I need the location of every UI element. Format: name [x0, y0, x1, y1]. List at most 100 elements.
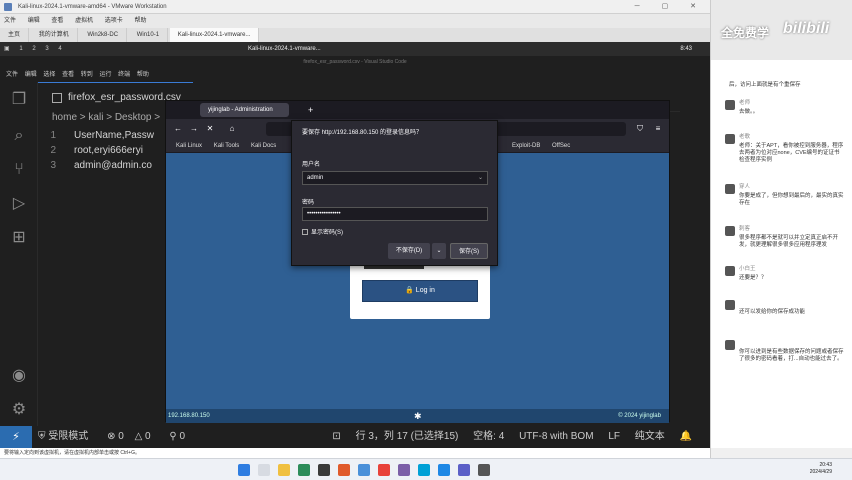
problems-indicator[interactable]: ⊗ 0 △ 0: [107, 431, 159, 442]
app-icon[interactable]: [458, 464, 470, 476]
bookmark-kali-docs[interactable]: Kali Docs: [251, 143, 276, 149]
workspace-1[interactable]: 1: [19, 46, 22, 52]
no-save-button[interactable]: 不保存(D): [388, 243, 430, 259]
bookmark-offsec[interactable]: OffSec: [552, 143, 570, 149]
bilibili-taskbar-icon[interactable]: [418, 464, 430, 476]
new-tab-icon[interactable]: +: [308, 103, 313, 117]
search-icon[interactable]: ⌕: [9, 126, 29, 146]
code-line[interactable]: 3 admin@admin.co: [38, 158, 168, 173]
username-field[interactable]: admin ⌄: [302, 171, 488, 185]
avatar: [725, 226, 735, 236]
dropdown-arrow-icon[interactable]: ⌄: [432, 243, 446, 259]
edge-icon[interactable]: [298, 464, 310, 476]
show-password-checkbox[interactable]: 显示密码(S): [302, 227, 343, 236]
menu-icon[interactable]: ≡: [652, 123, 664, 135]
copyright: © 2024 yijinglab: [618, 413, 661, 419]
vmware-host-tip: 要将输入定向到该虚拟机，请在虚拟机内部单击或按 Ctrl+G。: [0, 448, 710, 458]
vs-menu-goto[interactable]: 转到: [81, 72, 93, 78]
extensions-icon[interactable]: ⊞: [9, 228, 29, 248]
workspace-2[interactable]: 2: [32, 46, 35, 52]
code-line[interactable]: 2 root,eryi666eryi: [38, 143, 168, 158]
notifications-icon[interactable]: 🔔: [680, 431, 692, 442]
workspace-3[interactable]: 3: [45, 46, 48, 52]
home-icon[interactable]: ⌂: [226, 123, 238, 135]
indentation[interactable]: 空格: 4: [473, 431, 504, 442]
window-controls[interactable]: ─ ▢ ✕: [635, 0, 706, 14]
login-button[interactable]: 🔒 Log in: [362, 280, 478, 302]
search-taskbar-icon[interactable]: [258, 464, 270, 476]
bookmark-kali-linux[interactable]: Kali Linux: [176, 143, 202, 149]
vm-menu-vm[interactable]: 虚拟机: [75, 18, 93, 24]
vmware-titlebar: Kali-linux-2024.1-vmware-amd64 - VMware …: [0, 0, 710, 14]
vmware-tabs: 主页 我的计算机 Win2k8-DC Win10-1 Kali-linux-20…: [0, 28, 710, 42]
shield-icon[interactable]: ⛉: [634, 123, 646, 135]
app-icon[interactable]: [378, 464, 390, 476]
bookmark-exploit-db[interactable]: Exploit-DB: [512, 143, 540, 149]
kali-menu-icon[interactable]: ▣: [4, 46, 10, 52]
vs-menu-file[interactable]: 文件: [6, 72, 18, 78]
vm-menu-edit[interactable]: 编辑: [28, 18, 40, 24]
show-password-label: 显示密码(S): [311, 230, 343, 236]
app-icon[interactable]: [338, 464, 350, 476]
close-icon[interactable]: ✕: [204, 123, 216, 135]
desktop: { "vmware": { "title": "Kali-linux-2024.…: [0, 0, 852, 480]
login-form: 🔒 Log in: [350, 259, 490, 319]
vm-menu-tabs[interactable]: 选项卡: [105, 18, 123, 24]
vm-tab-win10[interactable]: Win10-1: [129, 28, 169, 42]
breadcrumb[interactable]: home > kali > Desktop >: [52, 112, 160, 123]
save-button[interactable]: 保存(S): [450, 243, 488, 259]
start-icon[interactable]: [238, 464, 250, 476]
vs-menu-run[interactable]: 运行: [99, 72, 111, 78]
firefox-tab[interactable]: yijinglab - Administration: [200, 103, 289, 117]
vm-menu-file[interactable]: 文件: [4, 18, 16, 24]
file-explorer-icon[interactable]: [278, 464, 290, 476]
vmware-menubar: 文件 编辑 查看 虚拟机 选项卡 帮助: [0, 14, 710, 28]
file-icon: [52, 93, 62, 103]
vm-tab-win2k8[interactable]: Win2k8-DC: [79, 28, 128, 42]
vscode-titlebar: firefox_esr_password.csv - Visual Studio…: [0, 56, 710, 68]
editor-code[interactable]: 1 UserName,Passw 2 root,eryi666eryi 3 admin…: [38, 128, 168, 173]
taskbar-clock[interactable]: 20:43 2024/4/29: [810, 462, 832, 476]
vm-tab-kali[interactable]: Kali-linux-2024.1-vmware...: [169, 28, 260, 42]
ports-indicator[interactable]: ⚲ 0: [169, 431, 193, 442]
taskbar-date: 2024/4/29: [809, 469, 832, 475]
kali-window-caption[interactable]: Kali-linux-2024.1-vmware...: [248, 42, 321, 56]
forward-icon[interactable]: →: [188, 123, 200, 135]
app-icon[interactable]: [438, 464, 450, 476]
login-button-label: Log in: [415, 287, 435, 294]
workspace-4[interactable]: 4: [58, 46, 61, 52]
vm-menu-view[interactable]: 查看: [51, 18, 63, 24]
encoding[interactable]: UTF-8 with BOM: [519, 431, 593, 442]
source-control-icon[interactable]: ⑂: [9, 160, 29, 180]
vs-menu-terminal[interactable]: 终端: [118, 72, 130, 78]
chevron-down-icon[interactable]: ⌄: [478, 172, 483, 184]
vs-menu-help[interactable]: 帮助: [137, 72, 149, 78]
vm-tab-mycomputer[interactable]: 我的计算机: [31, 28, 78, 42]
app-icon[interactable]: [358, 464, 370, 476]
remote-icon[interactable]: ⚡: [0, 426, 32, 448]
vm-menu-help[interactable]: 帮助: [134, 18, 146, 24]
vs-menu-view[interactable]: 查看: [62, 72, 74, 78]
terminal-icon[interactable]: [318, 464, 330, 476]
back-icon[interactable]: ←: [172, 123, 184, 135]
bookmark-kali-tools[interactable]: Kali Tools: [214, 143, 240, 149]
explorer-icon[interactable]: ❐: [9, 90, 29, 110]
live-chat-panel: 全免费学 bilibili 后，访问上面就是有个重保存 老师 去做。。 老歌 老师：…: [710, 0, 852, 462]
restricted-mode[interactable]: ⛨ 受限模式: [38, 431, 96, 442]
vmware-taskbar-icon[interactable]: [478, 464, 490, 476]
password-field[interactable]: ••••••••••••••••: [302, 207, 488, 221]
account-icon[interactable]: ◉: [9, 366, 29, 386]
run-debug-icon[interactable]: ▷: [9, 194, 29, 214]
settings-gear-icon[interactable]: ⚙: [9, 400, 29, 420]
app-icon[interactable]: [398, 464, 410, 476]
zoom-icon[interactable]: ⊡: [332, 431, 340, 442]
language-mode[interactable]: 纯文本: [635, 431, 665, 442]
eol[interactable]: LF: [608, 431, 620, 442]
avatar: [725, 266, 735, 276]
cursor-position[interactable]: 行 3，列 17 (已选择15): [356, 431, 459, 442]
page-footer: 192.168.80.150 ✱ © 2024 yijinglab: [166, 409, 669, 423]
vs-menu-select[interactable]: 选择: [43, 72, 55, 78]
code-line[interactable]: 1 UserName,Passw: [38, 128, 168, 143]
vm-tab-home[interactable]: 主页: [0, 28, 30, 42]
vs-menu-edit[interactable]: 编辑: [25, 72, 37, 78]
